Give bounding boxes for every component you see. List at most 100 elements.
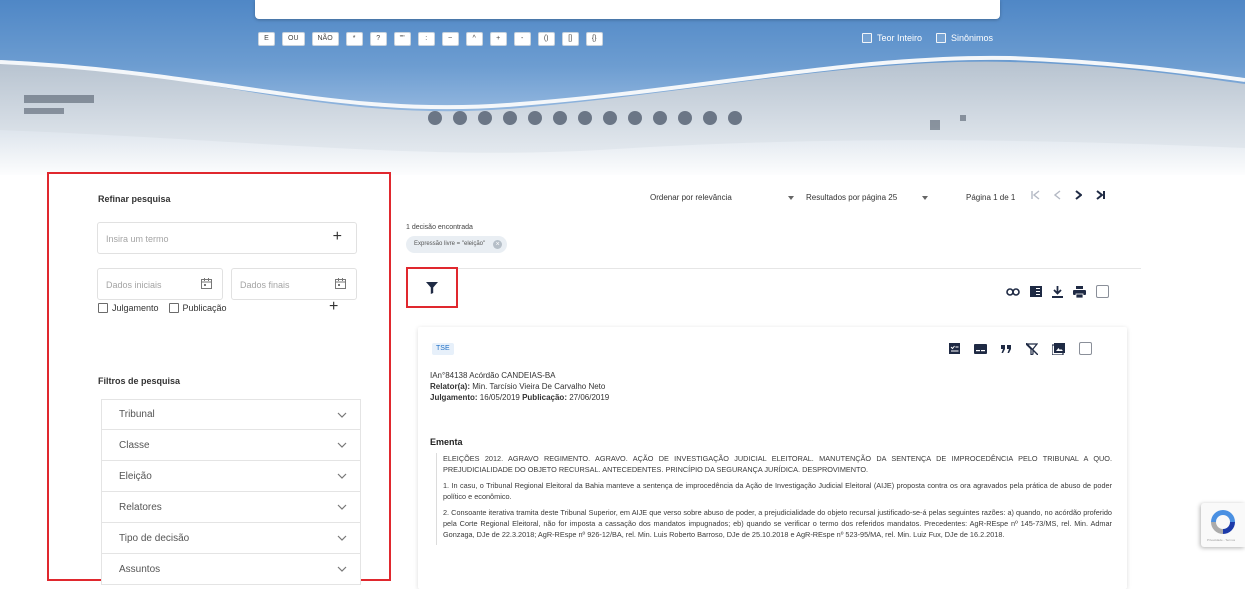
date-type-options: Julgamento Publicação: [98, 303, 227, 313]
julgamento-option[interactable]: Julgamento: [98, 303, 159, 313]
filter-label: Assuntos: [119, 563, 161, 575]
next-page-icon[interactable]: [1075, 190, 1082, 200]
print-icon[interactable]: [1073, 285, 1086, 298]
operator-parens-button[interactable]: (): [537, 32, 555, 46]
calendar-icon[interactable]: [201, 278, 212, 289]
ementa-paragraph: 2. Consoante iterativa tramita deste Tri…: [443, 508, 1112, 539]
add-date-button[interactable]: +: [329, 298, 338, 316]
card-toolbar: [949, 342, 1092, 355]
operator-and-button[interactable]: E: [258, 32, 275, 46]
filter-assuntos[interactable]: Assuntos: [101, 554, 361, 585]
date-start-input[interactable]: Dados iniciais: [97, 268, 223, 300]
chevron-down-icon: [337, 535, 347, 541]
ementa-paragraph: ELEIÇÕES 2012. AGRAVO REGIMENTO. AGRAVO.…: [443, 454, 1112, 474]
subtitles-icon[interactable]: [974, 343, 987, 354]
option-teor-inteiro[interactable]: Teor Inteiro: [862, 33, 922, 43]
publicacao-option[interactable]: Publicação: [168, 303, 227, 313]
filter-eleicao[interactable]: Eleição: [101, 461, 361, 492]
sort-select[interactable]: Ordenar por relevância: [650, 193, 732, 202]
operator-colon-button[interactable]: :: [417, 32, 435, 46]
last-page-icon[interactable]: [1096, 190, 1105, 200]
operator-brackets-button[interactable]: []: [561, 32, 579, 46]
building-illustration: [0, 55, 1245, 175]
quote-icon[interactable]: [1001, 344, 1012, 353]
relator-label: Relator(a):: [430, 382, 471, 391]
clear-filter-icon[interactable]: [1026, 342, 1038, 355]
operator-braces-button[interactable]: {}: [585, 32, 603, 46]
teor-inteiro-checkbox[interactable]: [862, 33, 872, 43]
chevron-down-icon: [337, 504, 347, 510]
chevron-down-icon: [337, 442, 347, 448]
filter-tribunal[interactable]: Tribunal: [101, 399, 361, 430]
hero-banner: E OU NÃO * ? "" : ~ ^ + - () [] {} Teor …: [0, 0, 1245, 175]
select-result-checkbox[interactable]: [1079, 342, 1092, 355]
funnel-icon: [426, 281, 438, 294]
operator-tilde-button[interactable]: ~: [441, 32, 459, 46]
reader-icon[interactable]: [1030, 286, 1042, 297]
add-term-button[interactable]: +: [333, 228, 342, 246]
sinonimos-checkbox[interactable]: [936, 33, 947, 43]
dates-line: Julgamento: 16/05/2019 Publicação: 27/06…: [430, 392, 609, 403]
operator-wildcard-button[interactable]: *: [345, 32, 363, 46]
page-info: Página 1 de 1: [966, 193, 1016, 202]
calendar-icon[interactable]: [335, 278, 346, 289]
court-badge[interactable]: TSE: [432, 343, 454, 355]
divider: [406, 268, 1141, 269]
result-head: IAn°84138 Acórdão CANDEIAS-BA: [430, 371, 556, 380]
publicacao-checkbox[interactable]: [168, 303, 179, 313]
refine-title: Refinar pesquisa: [98, 194, 171, 204]
image-gallery-icon[interactable]: [1052, 342, 1065, 355]
operator-question-button[interactable]: ?: [369, 32, 387, 46]
filter-label: Eleição: [119, 470, 152, 482]
filter-relatores[interactable]: Relatores: [101, 492, 361, 523]
operator-bar: E OU NÃO * ? "" : ~ ^ + - () [] {}: [258, 32, 603, 46]
operator-not-button[interactable]: NÃO: [311, 32, 339, 46]
caret-down-icon[interactable]: [788, 196, 794, 200]
filter-label: Classe: [119, 439, 150, 451]
operator-plus-button[interactable]: +: [489, 32, 507, 46]
result-card: TSE IAn°84138 Acórdão CANDEIAS-BA Relato…: [418, 327, 1127, 589]
search-options: Teor Inteiro Sinônimos: [862, 33, 993, 43]
publicacao-value: 27/06/2019: [569, 393, 610, 402]
operator-or-button[interactable]: OU: [282, 32, 305, 46]
filter-tipo-decisao[interactable]: Tipo de decisão: [101, 523, 361, 554]
option-sinonimos[interactable]: Sinônimos: [936, 33, 993, 43]
filter-label: Relatores: [119, 501, 162, 513]
julgamento-label: Julgamento: [112, 303, 159, 313]
date-end-input[interactable]: Dados finais: [231, 268, 357, 300]
julgamento-meta-label: Julgamento:: [430, 393, 478, 402]
first-page-icon[interactable]: [1031, 190, 1040, 200]
filters-title: Filtros de pesquisa: [98, 376, 181, 386]
teor-inteiro-label: Teor Inteiro: [877, 33, 923, 43]
sinonimos-label: Sinônimos: [951, 33, 994, 43]
julgamento-checkbox[interactable]: [98, 303, 108, 313]
search-input[interactable]: [255, 0, 1000, 19]
select-all-checkbox[interactable]: [1096, 285, 1109, 298]
relator-line: Relator(a): Min. Tarcísio Vieira De Carv…: [430, 381, 609, 392]
active-filter-chip: Expressão livre = "eleição" ×: [406, 236, 508, 253]
chip-label: Expressão livre = "eleição": [414, 241, 486, 247]
term-input[interactable]: Insira um termo +: [97, 222, 357, 254]
operator-quotes-button[interactable]: "": [393, 32, 411, 46]
chip-close-icon[interactable]: ×: [493, 240, 503, 249]
prev-page-icon[interactable]: [1054, 190, 1061, 200]
publicacao-label: Publicação: [182, 303, 227, 313]
publicacao-meta-label: Publicação:: [522, 393, 567, 402]
recaptcha-icon: [1211, 510, 1235, 534]
refine-sidebar: Refinar pesquisa Insira um termo + Dados…: [47, 172, 391, 585]
download-icon[interactable]: [1052, 285, 1063, 298]
recaptcha-badge[interactable]: Privacidade - Termos: [1201, 503, 1245, 547]
filter-classe[interactable]: Classe: [101, 430, 361, 461]
recaptcha-label: Privacidade - Termos: [1207, 538, 1236, 542]
operator-minus-button[interactable]: -: [513, 32, 531, 46]
caret-down-icon[interactable]: [922, 196, 928, 200]
operator-caret-button[interactable]: ^: [465, 32, 483, 46]
link-icon[interactable]: [1006, 287, 1020, 296]
results-per-page-select[interactable]: Resultados por página 25: [806, 193, 897, 202]
relator-value: Min. Tarcísio Vieira De Carvalho Neto: [472, 382, 606, 391]
chevron-down-icon: [337, 566, 347, 572]
filter-toggle-button[interactable]: [406, 267, 458, 308]
term-placeholder: Insira um termo: [106, 234, 169, 244]
filter-list: Tribunal Classe Eleição Relatores Tipo d…: [101, 399, 361, 585]
checklist-icon[interactable]: [949, 343, 960, 354]
